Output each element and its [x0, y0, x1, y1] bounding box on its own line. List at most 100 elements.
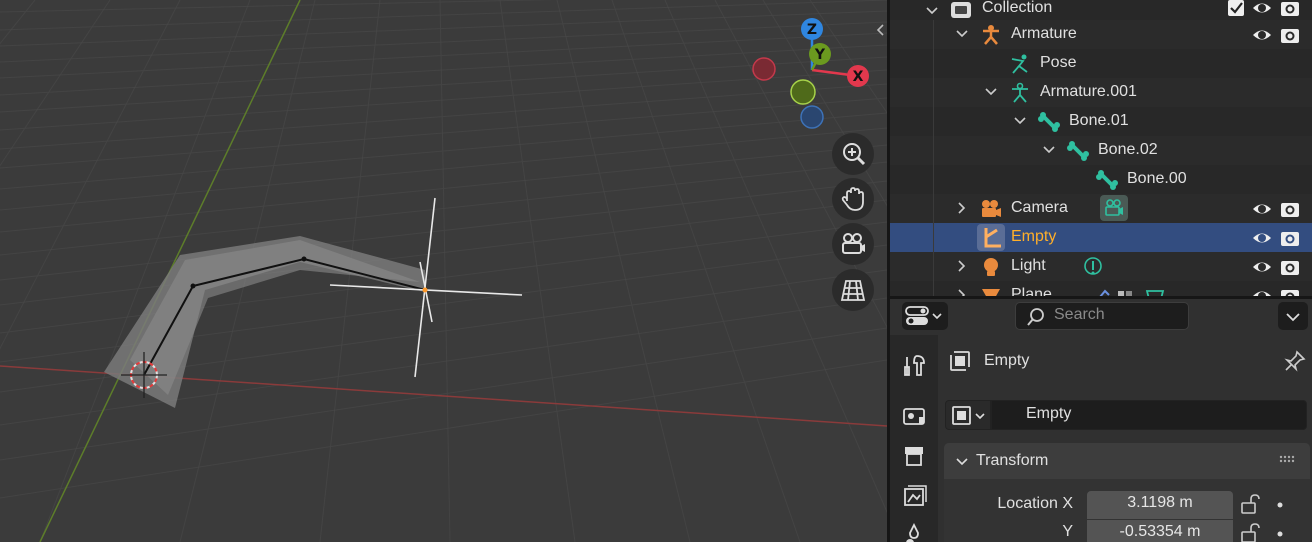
outliner-label: Armature: [1011, 25, 1077, 42]
eye-icon[interactable]: [1251, 0, 1273, 19]
lock-open-icon[interactable]: [1239, 493, 1263, 515]
perspective-toggle-button[interactable]: [832, 269, 874, 311]
sidebar-toggle-icon[interactable]: [875, 22, 887, 38]
outliner[interactable]: Collection Armature Pose Armature.001 Bo…: [890, 0, 1312, 296]
outliner-label: Pose: [1040, 54, 1077, 71]
properties-search-input[interactable]: Search: [1015, 302, 1189, 330]
collection-icon: [951, 2, 971, 18]
outliner-row-plane[interactable]: Plane: [890, 281, 1312, 296]
properties-editor-icon: [905, 306, 942, 325]
chevron-right-icon[interactable]: [954, 287, 970, 296]
bone-icon: [1067, 141, 1089, 161]
camera-icon: [842, 233, 865, 254]
outliner-label: Bone.00: [1127, 170, 1187, 187]
transform-panel-title: Transform: [976, 452, 1049, 469]
eye-icon[interactable]: [1251, 24, 1273, 46]
armature-data-icon: [1012, 82, 1028, 103]
outliner-row-empty[interactable]: Empty: [890, 223, 1312, 252]
chevron-down-icon: [956, 458, 968, 466]
chevron-down-icon[interactable]: [924, 3, 940, 19]
light-bulb-icon: [984, 258, 998, 276]
neg-y-handle[interactable]: [790, 79, 816, 105]
bone-icon: [1096, 170, 1118, 190]
location-y-label: Y: [1062, 523, 1073, 540]
outliner-row-bone-02[interactable]: Bone.02: [890, 136, 1312, 165]
neg-z-handle[interactable]: [800, 105, 824, 129]
outliner-label: Camera: [1011, 199, 1068, 216]
chevron-right-icon[interactable]: [954, 258, 970, 274]
hand-icon: [841, 187, 864, 211]
keyframe-dot-icon[interactable]: [1275, 500, 1285, 510]
x-axis-label: X: [853, 69, 864, 85]
outliner-row-bone-01[interactable]: Bone.01: [890, 107, 1312, 136]
outliner-row-armature-001[interactable]: Armature.001: [890, 78, 1312, 107]
chevron-down-icon[interactable]: [1041, 142, 1057, 158]
3d-viewport[interactable]: Z Y X: [0, 0, 887, 542]
neg-x-handle[interactable]: [752, 57, 776, 81]
camera-view-button[interactable]: [832, 223, 874, 265]
object-name-label: Empty: [984, 352, 1030, 369]
tool-settings-icon[interactable]: [902, 353, 928, 379]
empty-data-icon: [952, 406, 985, 425]
render-camera-icon[interactable]: [1279, 227, 1301, 249]
camera-data-icon: [1105, 199, 1123, 216]
empty-icon: [984, 228, 1001, 248]
object-name-value: Empty: [1026, 405, 1072, 422]
eye-icon[interactable]: [1251, 227, 1273, 249]
transform-panel-header[interactable]: Transform: [944, 443, 1310, 479]
view-layer-properties-icon[interactable]: [902, 483, 928, 509]
camera-data-badge[interactable]: [1100, 195, 1128, 221]
object-name-field[interactable]: Empty: [991, 400, 1307, 430]
drag-handle-icon[interactable]: [1279, 455, 1297, 467]
chevron-down-icon: [1286, 313, 1300, 322]
render-camera-icon[interactable]: [1279, 256, 1301, 278]
transform-panel: Transform Location X 3.1198 m Y -0.53354…: [944, 443, 1310, 542]
outliner-row-pose[interactable]: Pose: [890, 49, 1312, 78]
pan-button[interactable]: [832, 178, 874, 220]
render-camera-icon[interactable]: [1279, 24, 1301, 46]
outliner-row-armature[interactable]: Armature: [890, 20, 1312, 49]
checkbox-checked-icon[interactable]: [1225, 0, 1247, 19]
render-camera-icon[interactable]: [1279, 285, 1301, 296]
chevron-down-icon[interactable]: [983, 84, 999, 100]
keyframe-dot-icon[interactable]: [1275, 529, 1285, 539]
eye-icon[interactable]: [1251, 198, 1273, 220]
camera-object-icon: [982, 200, 1001, 217]
properties-editor[interactable]: Search Empty Empty Transform Location X …: [890, 299, 1312, 542]
outliner-row-collection[interactable]: Collection: [890, 0, 1312, 19]
options-dropdown[interactable]: [1278, 302, 1308, 330]
pin-icon[interactable]: [1283, 349, 1307, 373]
eye-icon[interactable]: [1251, 285, 1273, 296]
output-properties-icon[interactable]: [902, 443, 928, 469]
outliner-label: Light: [1011, 257, 1046, 274]
grid-icon: [840, 280, 866, 301]
tree-line: [933, 20, 934, 296]
outliner-row-camera[interactable]: Camera: [890, 194, 1312, 223]
mesh-data-icon: [1145, 290, 1165, 296]
location-y-field[interactable]: -0.53354 m: [1087, 520, 1233, 542]
editor-type-selector[interactable]: [902, 302, 948, 330]
chevron-right-icon[interactable]: [954, 200, 970, 216]
armature-icon: [983, 25, 999, 45]
datablock-type-dropdown[interactable]: [945, 400, 991, 430]
outliner-row-light[interactable]: Light: [890, 252, 1312, 281]
empty-data-icon: [949, 350, 971, 372]
outliner-label: Empty: [1011, 228, 1057, 245]
lock-open-icon[interactable]: [1239, 522, 1263, 542]
location-x-field[interactable]: 3.1198 m: [1087, 491, 1233, 519]
render-camera-icon[interactable]: [1279, 0, 1301, 19]
chevron-down-icon[interactable]: [1012, 113, 1028, 129]
chevron-down-icon[interactable]: [954, 26, 970, 42]
render-camera-icon[interactable]: [1279, 198, 1301, 220]
z-axis-label: Z: [807, 22, 817, 38]
zoom-button[interactable]: [832, 133, 874, 175]
properties-tabs: [890, 335, 938, 542]
navigation-gizmo[interactable]: Z Y X: [745, 12, 885, 132]
outliner-label: Bone.02: [1098, 141, 1158, 158]
outliner-row-bone-00[interactable]: Bone.00: [890, 165, 1312, 194]
render-properties-icon[interactable]: [902, 403, 928, 429]
transform-panel-body: Location X 3.1198 m Y -0.53354 m: [944, 479, 1310, 542]
scene-properties-icon[interactable]: [902, 523, 928, 542]
location-x-label: Location X: [997, 495, 1073, 512]
eye-icon[interactable]: [1251, 256, 1273, 278]
